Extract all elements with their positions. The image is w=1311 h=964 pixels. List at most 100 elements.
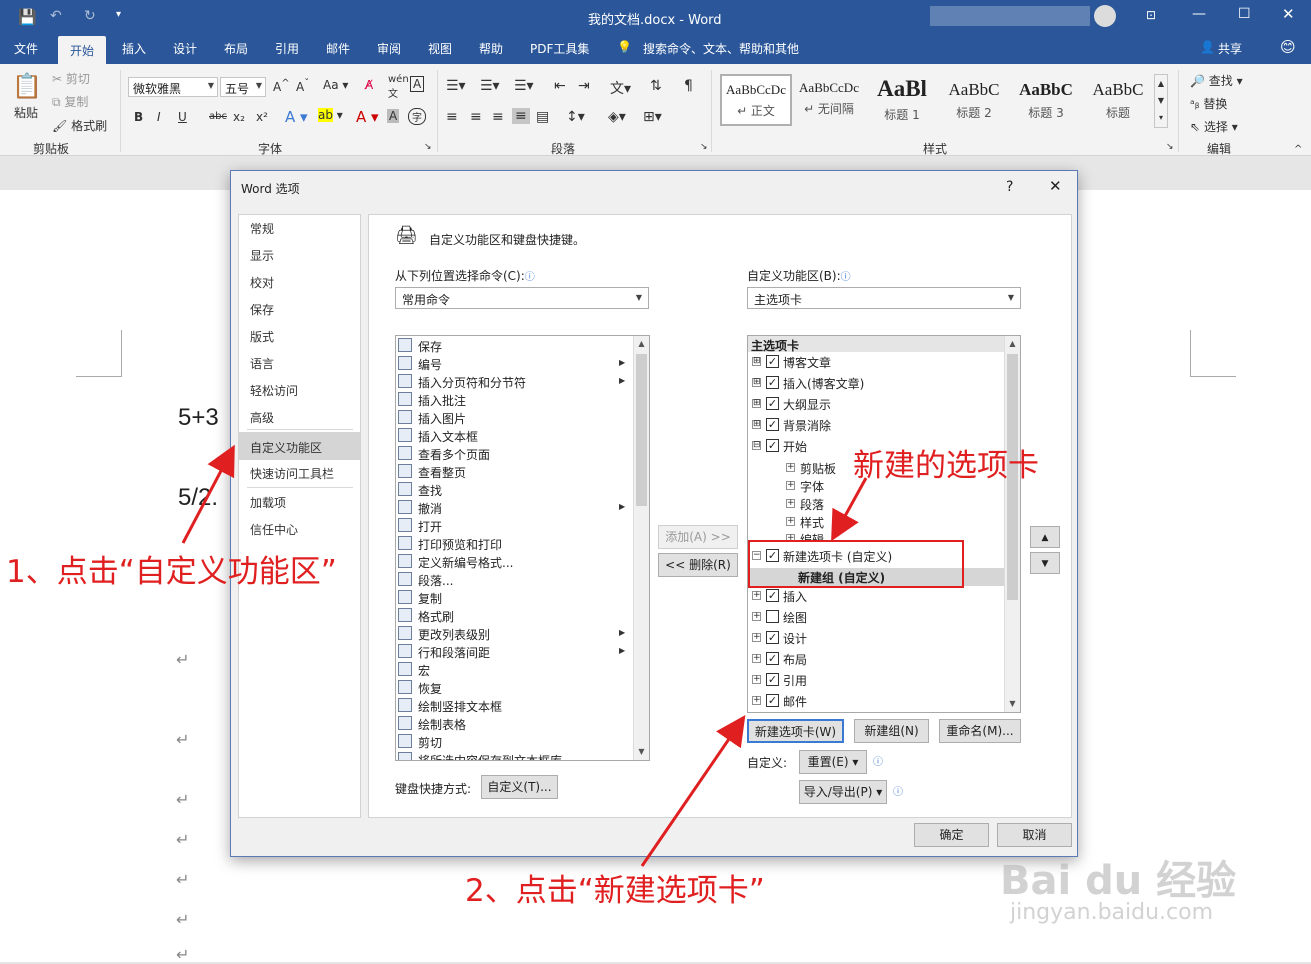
doc-line-2[interactable]: 5/2. (178, 484, 218, 512)
rename-button[interactable]: 重命名(M)... (939, 719, 1021, 743)
list-item[interactable]: 恢复 (396, 678, 442, 696)
scroll-thumb[interactable] (636, 354, 647, 506)
share-button[interactable]: 共享 (1218, 40, 1242, 57)
shading-icon[interactable]: ◈▾ (608, 109, 626, 125)
expand-icon[interactable]: + (752, 675, 761, 684)
tab-references[interactable]: 引用 (275, 40, 299, 57)
save-icon[interactable]: 💾 (18, 8, 37, 26)
close-window-icon[interactable]: ✕ (1282, 5, 1295, 23)
style-title[interactable]: AaBbC 标题 (1082, 74, 1154, 126)
bold-button[interactable]: B (134, 110, 143, 124)
expand-icon[interactable]: ⊞ (752, 357, 761, 366)
tree-node[interactable]: + ✓ 布局 (752, 649, 807, 669)
keyboard-customize-button[interactable]: 自定义(T)... (481, 775, 558, 799)
font-size-combo[interactable]: 五号 ▼ (220, 77, 266, 97)
tree-node[interactable]: ⊞ ✓ 博客文章 (752, 352, 831, 372)
tree-node[interactable]: + ✓ 设计 (752, 628, 807, 648)
list-item[interactable]: 查看多个页面 (396, 444, 490, 462)
find-button[interactable]: 🔎 查找 ▾ (1190, 72, 1243, 89)
collapse-icon[interactable]: ⊟ (752, 441, 761, 450)
help-button[interactable]: ? (1006, 179, 1013, 195)
list-item[interactable]: 将所选内容保存到文本框库 (396, 750, 562, 760)
tree-node[interactable]: + ✓ 引用 (752, 670, 807, 690)
subscript-button[interactable]: x₂ (233, 110, 245, 124)
tree-scrollbar[interactable]: ▲ ▼ (1004, 336, 1020, 712)
expand-icon[interactable]: + (752, 591, 761, 600)
list-item[interactable]: 行和段落间距 (396, 642, 490, 660)
cut-button[interactable]: ✂ 剪切 (52, 70, 90, 87)
list-item[interactable]: 绘制竖排文本框 (396, 696, 502, 714)
list-item[interactable]: 宏 (396, 660, 430, 678)
move-up-button[interactable]: ▲ (1030, 526, 1060, 548)
tree-group[interactable]: + 段落 (786, 494, 824, 514)
align-center-icon[interactable]: ≡ (470, 109, 482, 125)
undo-icon[interactable]: ↶ (50, 8, 62, 24)
copy-button[interactable]: ⧉ 复制 (52, 93, 88, 110)
import-export-dropdown[interactable]: 导入/导出(P) ▾ (799, 780, 887, 804)
expand-icon[interactable]: + (786, 499, 795, 508)
doc-line-1[interactable]: 5+3 (178, 404, 219, 432)
share-icon[interactable]: 👤 (1200, 40, 1215, 54)
nav-language[interactable]: 语言 (239, 350, 360, 376)
nav-display[interactable]: 显示 (239, 242, 360, 268)
checkbox[interactable]: ✓ (766, 397, 779, 410)
tree-node[interactable]: + 绘图 (752, 607, 807, 627)
checkbox[interactable]: ✓ (766, 589, 779, 602)
enclose-char-icon[interactable]: 字 (408, 108, 426, 125)
font-color-icon[interactable]: A ▾ (356, 108, 379, 126)
tree-group[interactable]: + 字体 (786, 476, 824, 496)
checkbox[interactable]: ✓ (766, 694, 779, 707)
decrease-indent-icon[interactable]: ⇤ (554, 78, 566, 94)
nav-quick-access-toolbar[interactable]: 快速访问工具栏 (239, 460, 360, 486)
sort-icon[interactable]: ⇅ (650, 78, 662, 94)
change-case-icon[interactable]: Aa ▾ (323, 78, 348, 92)
list-item[interactable]: 打印预览和打印 (396, 534, 502, 552)
font-name-combo[interactable]: 微软雅黑 ▼ (128, 77, 218, 97)
nav-accessibility[interactable]: 轻松访问 (239, 377, 360, 403)
style-normal[interactable]: AaBbCcDc ↵ 正文 (720, 74, 792, 126)
maximize-icon[interactable]: ☐ (1238, 6, 1251, 22)
styles-scroll[interactable]: ▲ ▼ ▾ (1154, 74, 1168, 128)
redo-icon[interactable]: ↻ (84, 8, 96, 24)
paragraph-dialog-launcher-icon[interactable]: ↘ (700, 142, 708, 152)
checkbox[interactable]: ✓ (766, 418, 779, 431)
list-item[interactable]: 插入图片 (396, 408, 466, 426)
style-heading1[interactable]: AaBl 标题 1 (866, 74, 938, 126)
grow-font-icon[interactable]: A^ (273, 78, 290, 94)
expand-icon[interactable]: + (752, 612, 761, 621)
checkbox[interactable]: ✓ (766, 631, 779, 644)
tab-layout[interactable]: 布局 (224, 40, 248, 57)
align-right-icon[interactable]: ≡ (492, 109, 504, 125)
list-item[interactable]: 撤消 (396, 498, 442, 516)
nav-customize-ribbon[interactable]: 自定义功能区 (239, 432, 360, 460)
select-button[interactable]: ⇖ 选择 ▾ (1190, 118, 1238, 135)
cancel-button[interactable]: 取消 (997, 823, 1072, 847)
tab-help[interactable]: 帮助 (479, 40, 503, 57)
show-marks-icon[interactable]: ¶ (684, 78, 693, 94)
list-item[interactable]: 剪切 (396, 732, 442, 750)
nav-save[interactable]: 保存 (239, 296, 360, 322)
expand-icon[interactable]: ⊞ (752, 399, 761, 408)
smiley-icon[interactable]: 😊 (1280, 38, 1296, 56)
expand-icon[interactable]: + (786, 463, 795, 472)
nav-addins[interactable]: 加载项 (239, 489, 360, 515)
italic-button[interactable]: I (157, 110, 161, 124)
styles-dialog-launcher-icon[interactable]: ↘ (1166, 142, 1174, 152)
list-item[interactable]: 编号 (396, 354, 442, 372)
expand-icon[interactable]: + (752, 696, 761, 705)
chinese-layout-icon[interactable]: 文▾ (610, 78, 631, 98)
avatar[interactable] (1094, 5, 1116, 27)
clear-format-icon[interactable]: A̸ (365, 78, 373, 92)
list-item[interactable]: 插入分页符和分节符 (396, 372, 526, 390)
customize-ribbon-dropdown[interactable]: 主选项卡 ▼ (747, 287, 1021, 309)
tree-node[interactable]: ⊞ ✓ 大纲显示 (752, 394, 831, 414)
paste-icon[interactable]: 📋 (12, 72, 42, 100)
list-item[interactable]: 插入文本框 (396, 426, 478, 444)
minimize-icon[interactable]: — (1192, 6, 1206, 22)
style-heading3[interactable]: AaBbC 标题 3 (1010, 74, 1082, 126)
underline-button[interactable]: U (178, 110, 187, 124)
close-dialog-button[interactable]: ✕ (1049, 177, 1062, 195)
list-item[interactable]: 定义新编号格式... (396, 552, 513, 570)
checkbox[interactable] (766, 610, 779, 623)
strikethrough-button[interactable]: abc (209, 111, 227, 122)
